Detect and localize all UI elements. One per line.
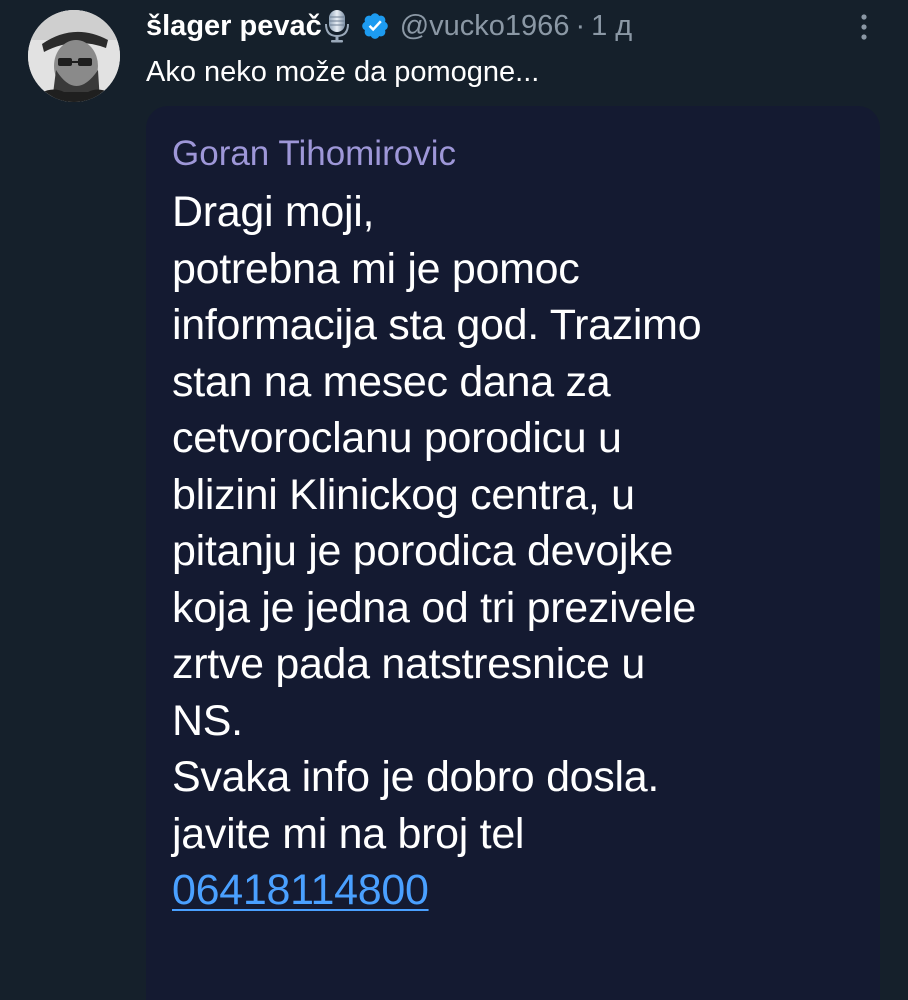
message-line: informacija sta god. Trazimo [172,301,702,349]
message-line: zrtve pada natstresnice u [172,640,645,688]
timestamp[interactable]: 1 д [591,10,632,43]
microphone-icon [324,9,350,43]
more-vertical-icon[interactable] [858,12,870,42]
message-line: koja je jedna od tri prezivele [172,583,697,632]
message-line: NS. [172,696,243,745]
phone-number-link[interactable]: 06418114800 [172,862,701,919]
tweet[interactable]: šlager pevač @vucko1966 · 1 д Ako neko m… [0,0,908,1000]
message-body: Dragi moji, potrebna mi je pomoc informa… [172,184,702,919]
message-line: potrebna mi je pomoc [172,244,580,293]
user-handle[interactable]: @vucko1966 [400,10,570,43]
tweet-header: šlager pevač @vucko1966 · 1 д [146,6,632,46]
message-line: blizini Klinickog centra, u [172,470,635,519]
verified-badge-icon[interactable] [360,11,390,41]
avatar[interactable] [28,10,120,102]
separator-dot: · [575,9,586,42]
message-line: javite mi na broj tel [172,809,525,858]
message-line: Dragi moji, [172,188,375,236]
message-line: cetvoroclanu porodicu u [172,414,622,462]
message-line: pitanju je porodica devojke [172,527,674,575]
display-name[interactable]: šlager pevač [146,10,322,43]
tweet-media-image[interactable]: Goran Tihomirovic Dragi moji, potrebna m… [146,106,880,1000]
message-line: Svaka info je dobro dosla. [172,753,660,801]
tweet-text: Ako neko može da pomogne... [146,56,540,88]
message-sender: Goran Tihomirovic [172,134,456,173]
message-line: stan na mesec dana za [172,357,611,406]
